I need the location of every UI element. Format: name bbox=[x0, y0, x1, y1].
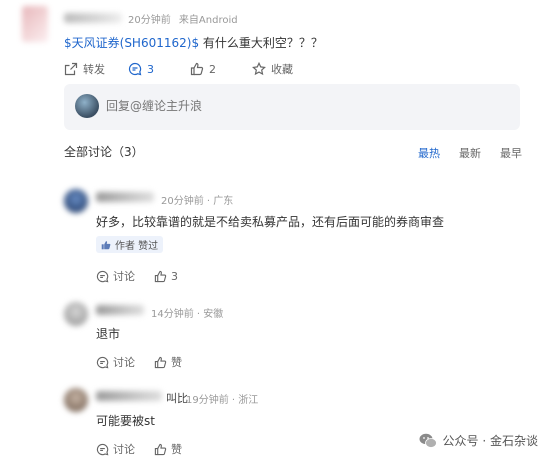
comment-text: 可能要被st bbox=[96, 414, 155, 428]
reply-input[interactable] bbox=[106, 99, 486, 113]
comment-text: 好多，比较靠谱的就是不给卖私募产品，还有后面可能的券商审查 bbox=[96, 215, 445, 229]
comment-avatar[interactable] bbox=[64, 189, 88, 213]
comment-avatar[interactable] bbox=[64, 388, 88, 412]
comment-icon bbox=[96, 443, 109, 455]
watermark: 公众号 · 金石杂谈 bbox=[419, 432, 538, 449]
wechat-icon bbox=[419, 433, 437, 448]
thumbs-up-icon bbox=[154, 356, 167, 368]
repost-button[interactable]: 转发 bbox=[64, 61, 128, 77]
comment-button[interactable]: 3 bbox=[128, 62, 190, 76]
repost-label: 转发 bbox=[83, 63, 105, 76]
post-meta: 20分钟前 来自Android bbox=[128, 11, 238, 26]
author-liked-badge: 作者 赞过 bbox=[96, 236, 164, 253]
post-author-name[interactable] bbox=[64, 13, 122, 23]
post-time: 20分钟前 bbox=[128, 15, 171, 26]
comment-like-button[interactable]: 赞 bbox=[154, 441, 182, 457]
comment-meta: 14分钟前 · 安徽 bbox=[151, 309, 224, 320]
post-source: 来自Android bbox=[178, 15, 238, 26]
comment-location: 浙江 bbox=[238, 395, 259, 406]
badge-label: 作者 赞过 bbox=[115, 241, 159, 252]
comment-author[interactable] bbox=[96, 305, 144, 315]
discuss-label: 讨论 bbox=[113, 356, 135, 369]
stock-link[interactable]: $天风证券(SH601162)$ bbox=[64, 36, 199, 50]
comment-icon bbox=[96, 270, 109, 282]
favorite-button[interactable]: 收藏 bbox=[252, 61, 293, 77]
post-content: $天风证券(SH601162)$ 有什么重大利空？？？ bbox=[64, 34, 323, 51]
comment-like-label: 赞 bbox=[171, 356, 182, 369]
comment-meta: 20分钟前 · 广东 bbox=[161, 196, 234, 207]
comment-text: 退市 bbox=[96, 327, 121, 341]
comment-location: 安徽 bbox=[203, 309, 224, 320]
current-user-avatar bbox=[75, 94, 99, 118]
discuss-label: 讨论 bbox=[113, 270, 135, 283]
comment-like-label: 赞 bbox=[171, 443, 182, 456]
comment-count: 3 bbox=[147, 62, 154, 76]
comment-actions: 讨论 赞 bbox=[96, 441, 182, 457]
comment-like-count: 3 bbox=[171, 269, 178, 283]
post-text: 有什么重大利空？？？ bbox=[199, 36, 323, 50]
comment-time: 14分钟前 bbox=[151, 309, 194, 320]
post-actions: 转发 3 2 收藏 bbox=[64, 61, 293, 77]
thumbs-up-icon bbox=[190, 62, 204, 76]
comment-author[interactable] bbox=[96, 391, 162, 401]
comment-time: 20分钟前 bbox=[161, 196, 204, 207]
thumbs-up-icon bbox=[154, 270, 167, 282]
sort-hot-tab[interactable]: 最热 bbox=[418, 145, 440, 161]
comment-like-button[interactable]: 3 bbox=[154, 270, 178, 283]
discuss-label: 讨论 bbox=[113, 443, 135, 456]
sort-oldest-tab[interactable]: 最早 bbox=[500, 145, 522, 161]
comment-location: 广东 bbox=[213, 196, 234, 207]
comment-actions: 讨论 3 bbox=[96, 268, 178, 284]
comment-time: 19分钟前 bbox=[186, 395, 229, 406]
comment-like-button[interactable]: 赞 bbox=[154, 354, 182, 370]
comments-title: 全部讨论（3） bbox=[64, 145, 144, 159]
thumbs-up-icon bbox=[154, 443, 167, 455]
comment-avatar[interactable] bbox=[64, 302, 88, 326]
comment-author-tail: 叫比 bbox=[166, 392, 188, 405]
star-icon bbox=[252, 62, 266, 76]
comment-actions: 讨论 赞 bbox=[96, 354, 182, 370]
share-icon bbox=[64, 62, 78, 76]
like-count: 2 bbox=[209, 62, 216, 76]
discuss-button[interactable]: 讨论 bbox=[96, 441, 154, 457]
like-button[interactable]: 2 bbox=[190, 62, 252, 76]
comment-meta: 19分钟前 · 浙江 bbox=[186, 395, 259, 406]
reply-box[interactable] bbox=[64, 84, 520, 130]
comment-author[interactable] bbox=[96, 192, 154, 202]
comment-icon bbox=[128, 62, 142, 76]
comment-icon bbox=[96, 356, 109, 368]
sort-tabs: 最热 最新 最早 bbox=[399, 145, 522, 161]
sort-newest-tab[interactable]: 最新 bbox=[459, 145, 481, 161]
thumbs-up-icon bbox=[101, 240, 111, 249]
favorite-label: 收藏 bbox=[271, 63, 293, 76]
watermark-text: 公众号 · 金石杂谈 bbox=[442, 434, 538, 448]
discuss-button[interactable]: 讨论 bbox=[96, 268, 154, 284]
discuss-button[interactable]: 讨论 bbox=[96, 354, 154, 370]
post-author-avatar[interactable] bbox=[22, 6, 48, 42]
